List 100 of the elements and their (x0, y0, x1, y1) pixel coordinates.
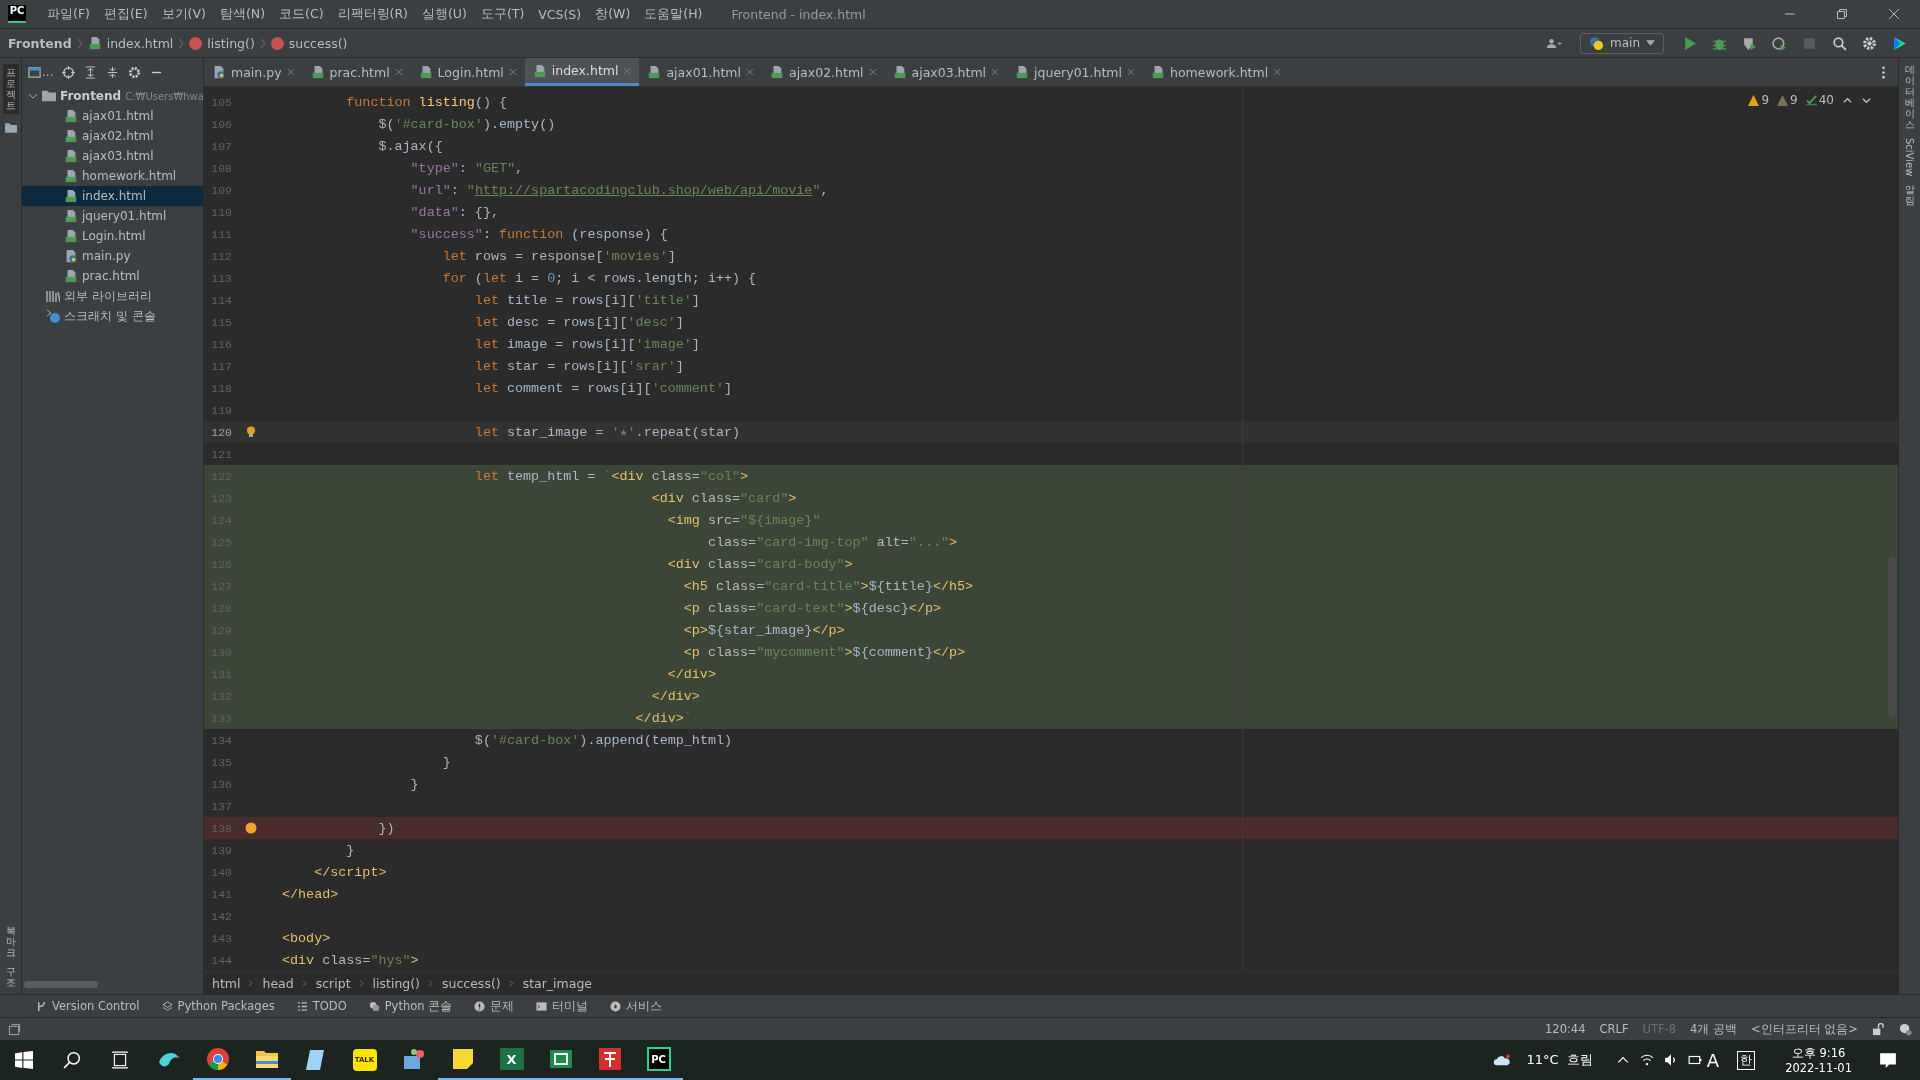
breadcrumb[interactable]: star_image (522, 975, 593, 991)
menu-item[interactable]: VCS(S) (531, 6, 589, 22)
tool-window-button[interactable]: 터미널 (536, 998, 589, 1014)
file-tree-item[interactable]: index.html (22, 186, 203, 206)
menu-item[interactable]: 실행(U) (414, 5, 474, 23)
window-icon[interactable] (28, 65, 41, 79)
clock-icon[interactable] (1772, 35, 1787, 51)
lock-icon[interactable] (1872, 1022, 1885, 1036)
run-icon[interactable] (1682, 35, 1697, 51)
paint-icon[interactable] (401, 1048, 426, 1072)
status-item[interactable]: CRLF (1599, 1022, 1629, 1036)
inspection-counter[interactable]: 9 (1777, 93, 1798, 107)
project-tool-tab[interactable]: 프로젝트 (2, 64, 19, 114)
shield-icon[interactable] (1742, 35, 1757, 51)
sheet-icon[interactable] (548, 1047, 573, 1071)
editor-tab[interactable]: Login.html (410, 58, 525, 86)
scrollbar[interactable] (24, 981, 98, 988)
tool-window-button[interactable]: Python 콘솔 (368, 998, 453, 1014)
search-icon[interactable] (63, 1051, 81, 1069)
settings-icon[interactable] (1862, 35, 1877, 51)
breadcrumb[interactable]: html (212, 975, 241, 991)
ide-icon[interactable]: PC (646, 1047, 671, 1071)
breadcrumb[interactable]: success() (288, 35, 348, 51)
clock-date[interactable]: 2022-11-01 (1785, 1060, 1852, 1075)
lightbulb-icon[interactable] (245, 426, 257, 438)
clock-time[interactable]: 오후 9:16 (1791, 1045, 1846, 1061)
document-icon[interactable] (597, 1047, 622, 1071)
menu-item[interactable]: 코드(C) (272, 5, 331, 23)
tree-item[interactable]: Frontend C:₩Users₩hwa (22, 86, 203, 106)
inspection-counter[interactable]: 40 (1805, 93, 1834, 107)
chevron-icon[interactable] (28, 91, 38, 101)
language-indicator[interactable]: 한 (1737, 1050, 1756, 1070)
input-mode-indicator[interactable]: A (1706, 1049, 1720, 1071)
menu-item[interactable]: 창(W) (588, 5, 638, 23)
editor-tab[interactable]: prac.html (302, 58, 411, 86)
menu-item[interactable]: 편집(E) (96, 5, 155, 23)
spreadsheet-icon[interactable]: X (499, 1048, 524, 1070)
tree-item[interactable]: 외부 라이브러리 (22, 286, 203, 306)
menu-item[interactable]: 보기(V) (154, 5, 213, 23)
target-icon[interactable] (62, 65, 76, 79)
collapse-all-icon[interactable] (106, 65, 120, 79)
breadcrumb[interactable]: index.html (106, 35, 174, 51)
breadcrumb[interactable]: head (262, 975, 294, 991)
breadcrumb[interactable]: Frontend (8, 35, 72, 51)
file-tree-item[interactable]: ajax03.html (22, 146, 203, 166)
toolbox-icon[interactable] (1892, 35, 1907, 51)
editor-tab[interactable]: jquery01.html (1007, 58, 1143, 86)
breadcrumb[interactable]: script (315, 975, 351, 991)
tool-window-tab[interactable]: SciView (1904, 138, 1915, 177)
view-selector[interactable]: ... (42, 65, 54, 79)
task-view-icon[interactable] (111, 1051, 129, 1069)
speaker-icon[interactable] (1663, 1053, 1678, 1067)
tool-window-tab[interactable]: 알림 (1904, 184, 1915, 207)
tool-window-button[interactable]: Version Control (36, 999, 140, 1013)
editor-tab[interactable]: index.html (524, 58, 640, 86)
close-icon[interactable] (1888, 8, 1900, 20)
inspection-counter[interactable]: 9 (1748, 93, 1770, 107)
sticky-note-icon[interactable] (450, 1047, 475, 1071)
breadcrumb[interactable]: listing() (207, 35, 255, 51)
breakpoint-icon[interactable] (245, 822, 257, 834)
file-tree-item[interactable]: Login.html (22, 226, 203, 246)
restore-icon[interactable] (1836, 8, 1848, 20)
file-tree-item[interactable]: main.py (22, 246, 203, 266)
editor-tab[interactable]: main.py (204, 58, 303, 86)
file-tree-item[interactable]: ajax02.html (22, 126, 203, 146)
start-icon[interactable] (15, 1051, 33, 1069)
tool-window-button[interactable]: 서비스 (610, 998, 663, 1014)
status-item[interactable]: 4개 공백 (1690, 1021, 1738, 1037)
tool-window-button[interactable]: 문제 (474, 998, 515, 1014)
editor-tab[interactable]: ajax03.html (884, 58, 1008, 86)
file-tree-item[interactable]: ajax01.html (22, 106, 203, 126)
panel-icon[interactable] (8, 1022, 21, 1036)
status-item[interactable]: 120:44 (1545, 1022, 1586, 1036)
wifi-icon[interactable] (1639, 1053, 1654, 1067)
breadcrumb[interactable]: success() (442, 975, 501, 991)
battery-icon[interactable] (1687, 1053, 1702, 1067)
editor-tab[interactable]: homework.html (1143, 58, 1290, 86)
menu-item[interactable]: 도움말(H) (637, 5, 710, 23)
browser-icon[interactable] (205, 1047, 230, 1071)
menu-item[interactable]: 탐색(N) (212, 5, 273, 23)
inspector-icon[interactable] (1899, 1022, 1912, 1036)
file-tree-item[interactable]: jquery01.html (22, 206, 203, 226)
weather-text[interactable]: 11°C 흐림 (1526, 1051, 1593, 1069)
status-item[interactable]: <인터프리터 없음> (1751, 1021, 1858, 1037)
tool-window-button[interactable]: Python Packages (161, 999, 275, 1013)
menu-item[interactable]: 도구(T) (473, 5, 532, 23)
tree-item[interactable]: 스크래치 및 콘솔 (22, 306, 203, 326)
file-tree-item[interactable]: homework.html (22, 166, 203, 186)
expand-all-icon[interactable] (84, 65, 98, 79)
menu-item[interactable]: 파일(F) (40, 5, 97, 23)
tool-window-tab[interactable]: 데이터베이스 (1904, 64, 1915, 130)
breadcrumb[interactable]: listing() (372, 975, 420, 991)
search-icon[interactable] (1832, 35, 1847, 51)
tool-window-tab[interactable]: 북마크 (5, 925, 16, 958)
editor-tab[interactable]: ajax02.html (762, 58, 885, 86)
file-tree-item[interactable]: prac.html (22, 266, 203, 286)
tool-window-button[interactable]: TODO (296, 999, 347, 1013)
run-config-dropdown[interactable]: main (1580, 32, 1664, 54)
notification-icon[interactable] (1879, 1051, 1897, 1069)
menu-item[interactable]: 리팩터링(R) (330, 5, 415, 23)
